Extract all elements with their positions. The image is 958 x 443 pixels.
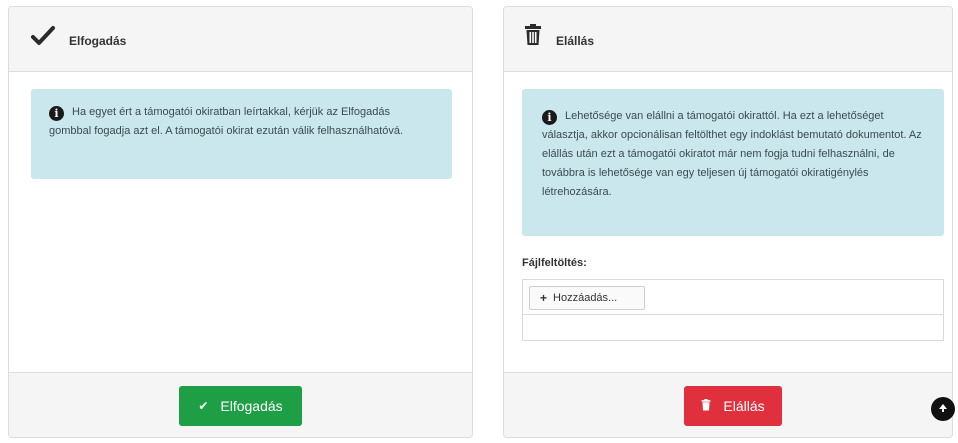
- info-icon: i: [542, 110, 557, 125]
- accept-info-alert: i Ha egyet ért a támogatói okiratban leír…: [31, 89, 452, 179]
- accept-button[interactable]: ✔ Elfogadás: [179, 386, 302, 426]
- withdraw-info-alert: i Lehetősége van elállni a támogatói okir…: [522, 89, 944, 236]
- withdraw-panel-header: Elállás: [504, 7, 952, 72]
- add-file-button-label: Hozzáadás...: [553, 292, 618, 304]
- check-icon: [31, 25, 55, 52]
- info-icon: i: [49, 106, 64, 121]
- check-icon: ✔: [198, 399, 209, 413]
- withdraw-panel: Elállás i Lehetősége van elállni a támoga…: [503, 6, 953, 438]
- scroll-to-top-button[interactable]: [931, 397, 955, 421]
- trash-icon: [701, 398, 711, 414]
- add-file-button[interactable]: + Hozzáadás...: [529, 286, 645, 310]
- withdraw-info-text: Lehetősége van elállni a támogatói okira…: [542, 110, 922, 198]
- file-upload-area[interactable]: + Hozzáadás...: [522, 279, 944, 341]
- arrow-up-icon: [938, 402, 948, 416]
- withdraw-button[interactable]: Elállás: [684, 386, 782, 426]
- upload-label: Fájlfeltöltés:: [522, 257, 587, 269]
- plus-icon: +: [540, 291, 548, 305]
- trash-icon: [524, 24, 542, 51]
- accept-panel: Elfogadás i Ha egyet ért a támogatói okir…: [8, 6, 473, 438]
- withdraw-button-label: Elállás: [723, 398, 765, 414]
- accept-panel-header: Elfogadás: [9, 7, 472, 72]
- upload-divider: [523, 314, 943, 315]
- accept-panel-footer: ✔ Elfogadás: [9, 372, 472, 437]
- accept-button-label: Elfogadás: [220, 398, 283, 414]
- withdraw-panel-footer: Elállás: [504, 372, 952, 437]
- accept-info-text: Ha egyet ért a támogatói okiratban leírt…: [49, 106, 404, 137]
- accept-panel-title: Elfogadás: [69, 34, 127, 48]
- withdraw-panel-title: Elállás: [556, 34, 595, 48]
